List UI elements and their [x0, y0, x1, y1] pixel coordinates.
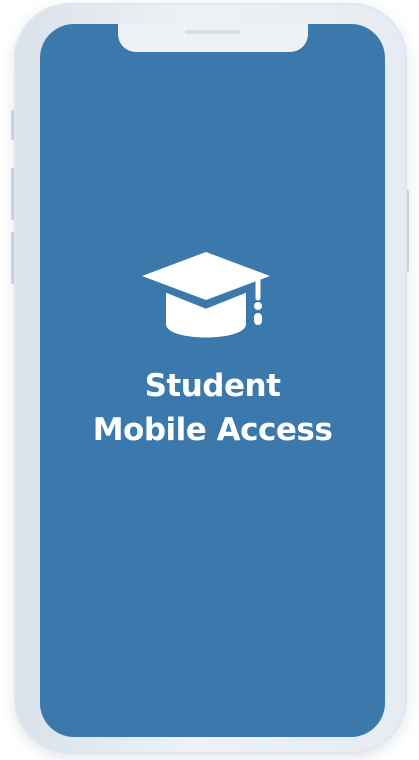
- phone-speaker: [185, 30, 241, 34]
- app-title: Student Mobile Access: [40, 364, 385, 452]
- app-title-line-2: Mobile Access: [92, 412, 333, 448]
- graduation-cap-icon: [142, 252, 270, 338]
- phone-notch: [118, 24, 308, 52]
- app-title-line-1: Student: [144, 368, 281, 404]
